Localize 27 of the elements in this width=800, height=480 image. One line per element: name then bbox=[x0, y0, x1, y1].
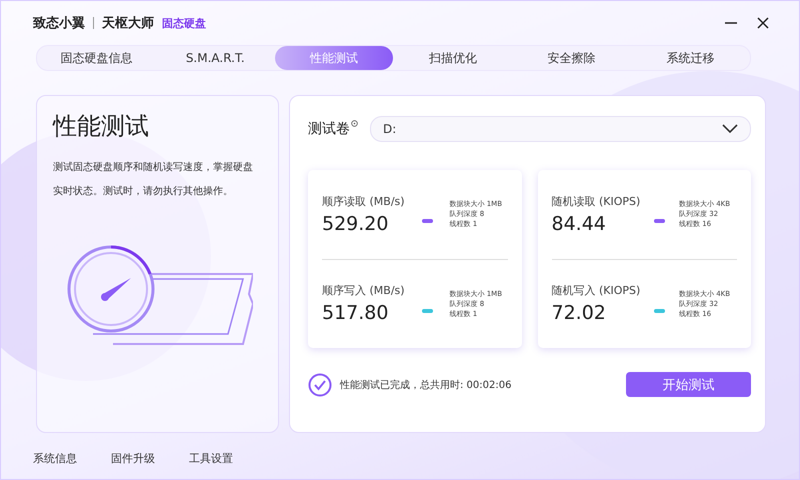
metric-value: 72.02 bbox=[552, 302, 607, 324]
status-message: 性能测试已完成，总共用时: 00:02:06 bbox=[340, 378, 512, 392]
product-tag: 固态硬盘 bbox=[162, 16, 206, 30]
footer-link[interactable]: 系统信息 bbox=[33, 451, 77, 466]
footer-link[interactable]: 工具设置 bbox=[189, 451, 233, 466]
tab[interactable]: 固态硬盘信息 bbox=[37, 46, 156, 70]
metric-name: 随机读取 (KIOPS) bbox=[552, 194, 640, 209]
metric-name: 随机写入 (KIOPS) bbox=[552, 283, 640, 298]
info-icon[interactable] bbox=[351, 120, 358, 127]
start-test-button[interactable]: 开始测试 bbox=[626, 372, 751, 397]
footer-link[interactable]: 固件升级 bbox=[111, 451, 155, 466]
metric-value: 529.20 bbox=[322, 212, 390, 235]
metric-value: 84.44 bbox=[552, 212, 607, 235]
volume-dropdown[interactable]: D: bbox=[370, 116, 751, 142]
metric-name: 顺序读取 (MB/s) bbox=[322, 194, 405, 209]
app-brand: 致态小翼 bbox=[33, 15, 85, 32]
intro-description: 测试固态硬盘顺序和随机读写速度，掌握硬盘实时状态。测试时，请勿执行其他操作。 bbox=[53, 160, 254, 199]
tab[interactable]: 扫描优化 bbox=[393, 46, 512, 70]
metric-name: 顺序写入 (MB/s) bbox=[322, 283, 405, 298]
metric-value: 517.80 bbox=[322, 302, 390, 324]
product-name: 天枢大师 bbox=[102, 15, 154, 32]
chevron-down-icon bbox=[722, 124, 738, 134]
tab[interactable]: 安全擦除 bbox=[512, 46, 632, 70]
tab[interactable]: 系统迁移 bbox=[631, 46, 750, 70]
tab[interactable]: S.M.A.R.T. bbox=[156, 46, 275, 70]
volume-label: 测试卷 bbox=[308, 120, 350, 138]
intro-title: 性能测试 bbox=[53, 111, 150, 142]
